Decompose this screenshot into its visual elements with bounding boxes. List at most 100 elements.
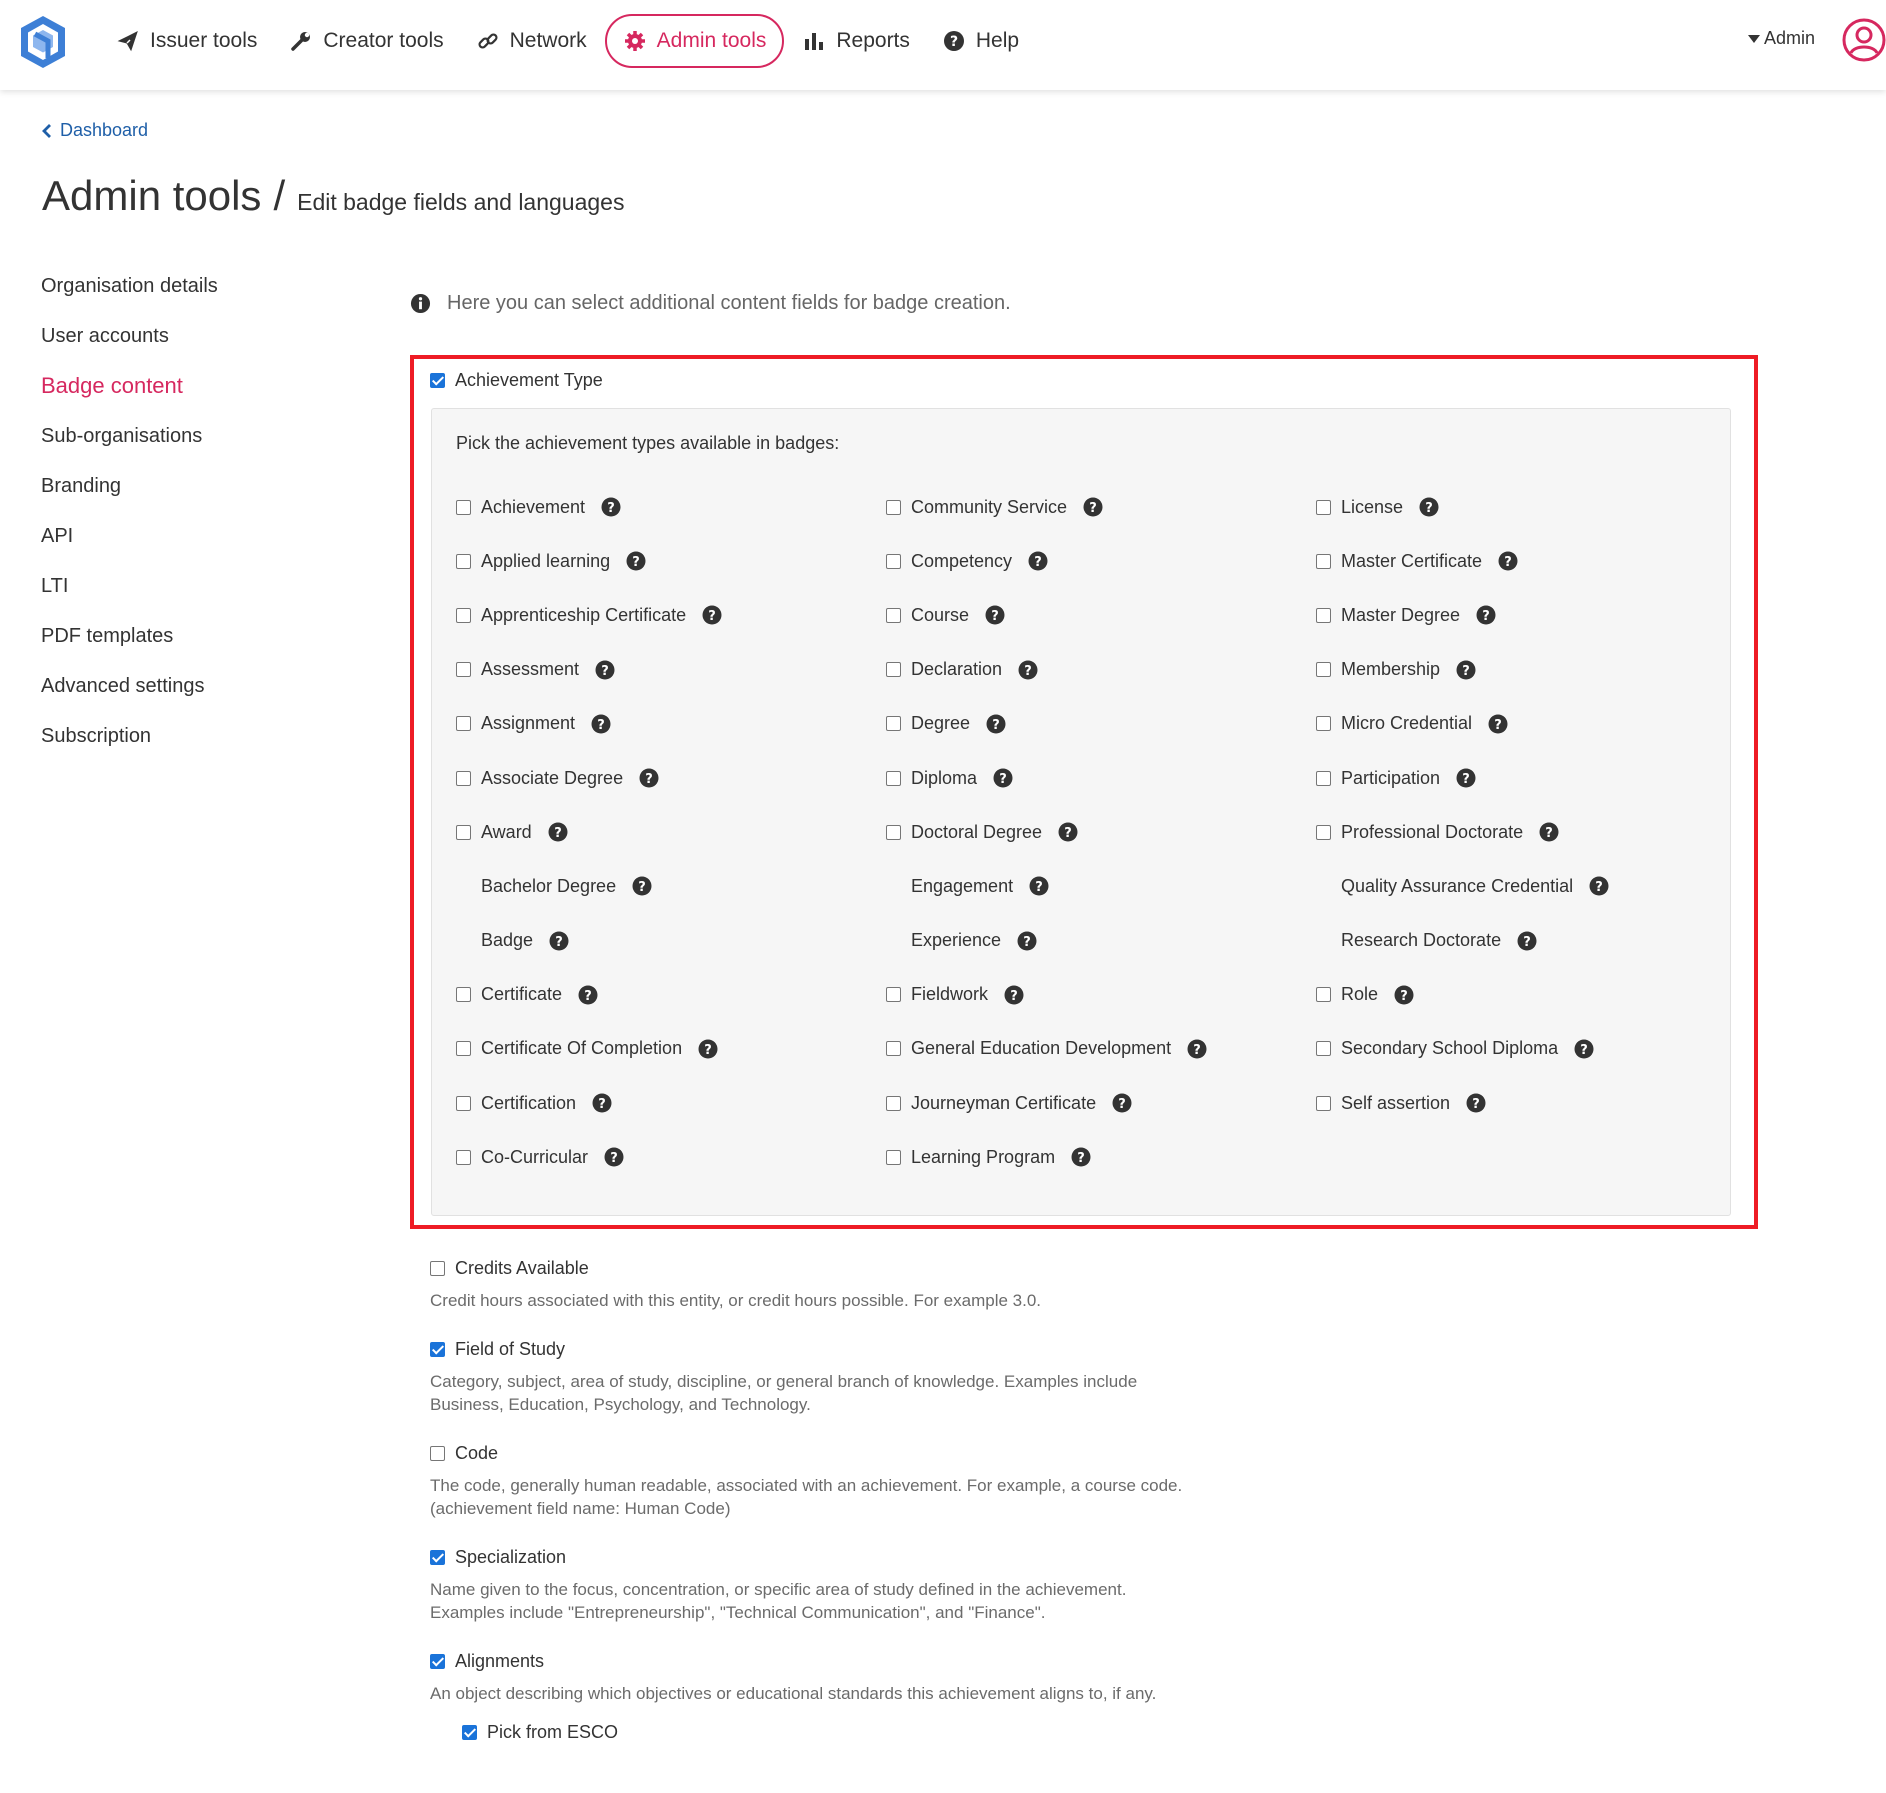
achievement-type-item-checkbox[interactable] <box>1316 1095 1331 1111</box>
achievement-type-item-checkbox[interactable] <box>886 607 901 623</box>
app-logo-icon[interactable] <box>18 14 68 70</box>
user-avatar-icon[interactable] <box>1842 18 1886 62</box>
achievement-type-item-checkbox[interactable] <box>456 987 471 1003</box>
nav-admin-tools[interactable]: Admin tools <box>604 14 785 68</box>
nav-help[interactable]: ? Help <box>926 14 1035 68</box>
achievement-type-item[interactable]: Community Service? <box>886 480 1316 534</box>
achievement-type-item-checkbox[interactable] <box>886 1095 901 1111</box>
achievement-type-checkbox[interactable] <box>430 373 445 388</box>
achievement-type-item[interactable]: Engagement? <box>886 859 1316 913</box>
achievement-type-item-checkbox[interactable] <box>456 824 471 840</box>
achievement-type-item-checkbox[interactable] <box>456 1149 471 1165</box>
achievement-type-item[interactable]: Certificate Of Completion? <box>456 1022 886 1076</box>
achievement-type-item-checkbox[interactable] <box>1316 1041 1331 1057</box>
option-specialization[interactable]: Specialization <box>430 1542 1330 1572</box>
help-icon[interactable]: ? <box>1018 660 1038 680</box>
achievement-type-item-checkbox[interactable] <box>886 662 901 678</box>
sidebar-item-api[interactable]: API <box>41 518 301 568</box>
achievement-type-item[interactable]: Apprenticeship Certificate? <box>456 588 886 642</box>
achievement-type-item-checkbox[interactable] <box>456 716 471 732</box>
option-credits-available[interactable]: Credits Available <box>430 1253 1330 1283</box>
back-to-dashboard-link[interactable]: Dashboard <box>42 120 148 141</box>
achievement-type-item[interactable]: Journeyman Certificate? <box>886 1076 1316 1130</box>
sidebar-item-user-accounts[interactable]: User accounts <box>41 318 301 368</box>
achievement-type-item-checkbox[interactable] <box>886 1041 901 1057</box>
sidebar-item-badge-content[interactable]: Badge content <box>41 368 301 418</box>
help-icon[interactable]: ? <box>1083 497 1103 517</box>
help-icon[interactable]: ? <box>1539 822 1559 842</box>
sidebar-item-advanced-settings[interactable]: Advanced settings <box>41 668 301 718</box>
achievement-type-item[interactable]: Degree? <box>886 697 1316 751</box>
nav-network[interactable]: Network <box>460 14 603 68</box>
user-menu-dropdown[interactable]: Admin <box>1748 28 1815 49</box>
achievement-type-item-checkbox[interactable] <box>886 553 901 569</box>
achievement-type-item[interactable]: Certificate? <box>456 968 886 1022</box>
achievement-type-item[interactable]: Assignment? <box>456 697 886 751</box>
help-icon[interactable]: ? <box>1456 660 1476 680</box>
help-icon[interactable]: ? <box>1004 985 1024 1005</box>
nav-reports[interactable]: Reports <box>786 14 926 68</box>
achievement-type-item[interactable]: Competency? <box>886 534 1316 588</box>
achievement-type-item-checkbox[interactable] <box>456 770 471 786</box>
pick-from-esco-checkbox[interactable] <box>462 1724 477 1740</box>
achievement-type-item[interactable]: Experience? <box>886 914 1316 968</box>
help-icon[interactable]: ? <box>702 605 722 625</box>
help-icon[interactable]: ? <box>1589 876 1609 896</box>
achievement-type-item-checkbox[interactable] <box>1316 662 1331 678</box>
achievement-type-item-checkbox[interactable] <box>1316 499 1331 515</box>
achievement-type-item[interactable]: Doctoral Degree? <box>886 805 1316 859</box>
achievement-type-item[interactable]: Certification? <box>456 1076 886 1130</box>
achievement-type-item[interactable]: Membership? <box>1316 643 1716 697</box>
help-icon[interactable]: ? <box>1456 768 1476 788</box>
achievement-type-item[interactable]: Micro Credential? <box>1316 697 1716 751</box>
help-icon[interactable]: ? <box>1488 714 1508 734</box>
achievement-type-option[interactable]: Achievement Type <box>430 370 603 391</box>
achievement-type-item[interactable]: Assessment? <box>456 643 886 697</box>
option-field-of-study[interactable]: Field of Study <box>430 1334 1330 1364</box>
achievement-type-item[interactable]: Professional Doctorate? <box>1316 805 1716 859</box>
sidebar-item-lti[interactable]: LTI <box>41 568 301 618</box>
achievement-type-item[interactable]: Declaration? <box>886 643 1316 697</box>
help-icon[interactable]: ? <box>595 660 615 680</box>
help-icon[interactable]: ? <box>1466 1093 1486 1113</box>
achievement-type-item[interactable]: Self assertion? <box>1316 1076 1716 1130</box>
achievement-type-item[interactable]: License? <box>1316 480 1716 534</box>
achievement-type-item-checkbox[interactable] <box>456 1041 471 1057</box>
achievement-type-item[interactable]: Applied learning? <box>456 534 886 588</box>
help-icon[interactable]: ? <box>578 985 598 1005</box>
nav-creator-tools[interactable]: Creator tools <box>273 14 459 68</box>
option-alignments[interactable]: Alignments <box>430 1646 1330 1676</box>
credits-available-checkbox[interactable] <box>430 1260 445 1276</box>
achievement-type-item[interactable]: Course? <box>886 588 1316 642</box>
achievement-type-item-checkbox[interactable] <box>1316 553 1331 569</box>
achievement-type-item[interactable]: Fieldwork? <box>886 968 1316 1022</box>
achievement-type-item[interactable]: Badge? <box>456 914 886 968</box>
help-icon[interactable]: ? <box>626 551 646 571</box>
achievement-type-item-checkbox[interactable] <box>1316 607 1331 623</box>
achievement-type-item[interactable]: Achievement? <box>456 480 886 534</box>
achievement-type-item-checkbox[interactable] <box>1316 716 1331 732</box>
help-icon[interactable]: ? <box>1394 985 1414 1005</box>
achievement-type-item-checkbox[interactable] <box>1316 770 1331 786</box>
achievement-type-item[interactable]: Bachelor Degree? <box>456 859 886 913</box>
help-icon[interactable]: ? <box>985 605 1005 625</box>
achievement-type-item[interactable]: Master Certificate? <box>1316 534 1716 588</box>
specialization-checkbox[interactable] <box>430 1549 445 1565</box>
achievement-type-item-checkbox[interactable] <box>886 987 901 1003</box>
help-icon[interactable]: ? <box>1419 497 1439 517</box>
help-icon[interactable]: ? <box>1017 931 1037 951</box>
achievement-type-item-checkbox[interactable] <box>886 824 901 840</box>
help-icon[interactable]: ? <box>549 931 569 951</box>
sidebar-item-subscription[interactable]: Subscription <box>41 718 301 768</box>
sidebar-item-branding[interactable]: Branding <box>41 468 301 518</box>
achievement-type-item-checkbox[interactable] <box>1316 824 1331 840</box>
achievement-type-item[interactable]: Secondary School Diploma? <box>1316 1022 1716 1076</box>
help-icon[interactable]: ? <box>698 1039 718 1059</box>
option-code[interactable]: Code <box>430 1438 1330 1468</box>
achievement-type-item-checkbox[interactable] <box>886 499 901 515</box>
achievement-type-item[interactable]: Master Degree? <box>1316 588 1716 642</box>
achievement-type-item[interactable]: Quality Assurance Credential? <box>1316 859 1716 913</box>
help-icon[interactable]: ? <box>1574 1039 1594 1059</box>
help-icon[interactable]: ? <box>1498 551 1518 571</box>
help-icon[interactable]: ? <box>1058 822 1078 842</box>
